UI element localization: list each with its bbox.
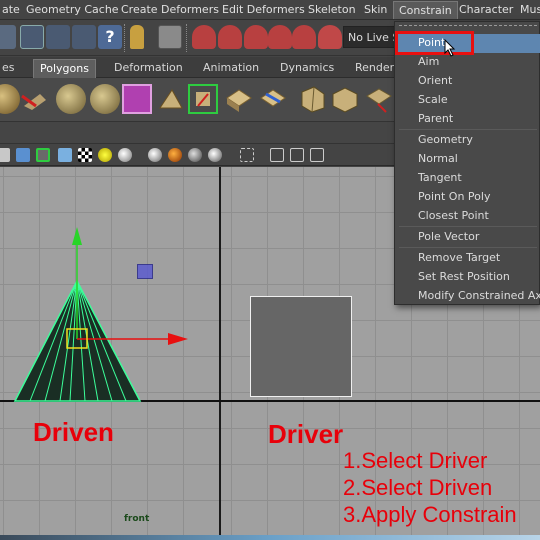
snap-view-icon[interactable] <box>268 25 292 49</box>
menu-animate[interactable]: ate <box>2 3 20 16</box>
snap-plane-icon[interactable] <box>292 25 316 49</box>
menu-separator <box>399 129 537 130</box>
outliner-icon[interactable] <box>310 148 324 162</box>
shaded-icon[interactable] <box>16 148 30 162</box>
snap-point-icon[interactable] <box>244 25 268 49</box>
time-slider-strip <box>0 535 540 540</box>
xray-icon[interactable] <box>168 148 182 162</box>
single-view-icon[interactable] <box>270 148 284 162</box>
menu-item-aim[interactable]: Aim <box>395 53 540 72</box>
offset-edge-icon[interactable] <box>330 84 360 114</box>
driver-cube[interactable] <box>250 296 352 397</box>
menu-item-geometry[interactable]: Geometry <box>395 131 540 150</box>
constrain-menu: Point Aim Orient Scale Parent Geometry N… <box>394 21 540 305</box>
menu-edit-deformers[interactable]: Edit Deformers <box>222 3 305 16</box>
menu-create-deformers[interactable]: Create Deformers <box>121 3 219 16</box>
move-icon[interactable] <box>72 25 96 49</box>
step-3: 3.Apply Constrain <box>343 502 517 527</box>
driven-cone[interactable] <box>0 225 200 405</box>
tab-animation[interactable]: Animation <box>197 59 265 78</box>
lights-icon[interactable] <box>58 148 72 162</box>
menu-item-parent[interactable]: Parent <box>395 110 540 129</box>
menubar: ate Geometry Cache Create Deformers Edit… <box>0 0 540 20</box>
mouse-cursor-icon <box>444 39 456 57</box>
ambient-icon[interactable] <box>118 148 132 162</box>
menu-separator <box>399 247 537 248</box>
menu-skeleton[interactable]: Skeleton <box>308 3 356 16</box>
lock-icon[interactable] <box>130 25 144 49</box>
combine-icon[interactable] <box>56 84 86 114</box>
menu-geometry-cache[interactable]: Geometry Cache <box>26 3 119 16</box>
help-icon[interactable]: ? <box>98 25 122 49</box>
smooth-preview-icon[interactable] <box>188 148 202 162</box>
tab-polygons[interactable]: Polygons <box>33 59 96 78</box>
menu-separator <box>399 226 537 227</box>
menu-item-normal[interactable]: Normal <box>395 150 540 169</box>
menu-item-orient[interactable]: Orient <box>395 72 540 91</box>
viewport-divider[interactable] <box>219 167 221 535</box>
menu-skin[interactable]: Skin <box>364 3 387 16</box>
select-camera-icon[interactable] <box>240 148 254 162</box>
extract-icon[interactable] <box>20 84 50 114</box>
sphere-icon[interactable] <box>0 84 20 114</box>
append-icon[interactable] <box>224 84 254 114</box>
smooth-icon[interactable] <box>122 84 152 114</box>
tab-dynamics[interactable]: Dynamics <box>274 59 340 78</box>
insert-edge-icon[interactable] <box>298 84 328 114</box>
isolate-icon[interactable] <box>208 148 222 162</box>
menu-item-pole-vector[interactable]: Pole Vector <box>395 228 540 247</box>
bridge-icon[interactable] <box>188 84 218 114</box>
menu-item-set-rest-position[interactable]: Set Rest Position <box>395 268 540 287</box>
menu-item-modify-constrained-axis[interactable]: Modify Constrained Axis... <box>395 287 540 306</box>
menu-constrain[interactable]: Constrain <box>393 1 458 19</box>
make-live-icon[interactable] <box>318 25 342 49</box>
wireframe-icon[interactable] <box>0 148 10 162</box>
camera-label: front <box>124 514 150 524</box>
snap-grid-icon[interactable] <box>192 25 216 49</box>
tab-surfaces[interactable]: es <box>0 59 21 78</box>
shadow-icon[interactable] <box>148 148 162 162</box>
menu-muscle[interactable]: Mus <box>520 3 540 16</box>
step-1: 1.Select Driver <box>343 448 488 473</box>
lasso-icon[interactable] <box>0 25 16 49</box>
snap-curve-icon[interactable] <box>218 25 242 49</box>
instruction-steps: 1.Select Driver 2.Select Driven 3.Apply … <box>343 447 517 528</box>
separate-icon[interactable] <box>90 84 120 114</box>
menu-item-remove-target[interactable]: Remove Target <box>395 249 540 268</box>
menu-character[interactable]: Character <box>459 3 513 16</box>
menu-tearoff[interactable] <box>399 25 537 28</box>
menu-item-closest-point[interactable]: Closest Point <box>395 207 540 226</box>
menu-item-point-on-poly[interactable]: Point On Poly <box>395 188 540 207</box>
extrude-icon[interactable] <box>156 84 186 114</box>
driver-label: Driver <box>268 419 344 449</box>
locator[interactable] <box>137 264 153 279</box>
point-highlight-box <box>395 31 474 55</box>
step-2: 2.Select Driven <box>343 475 493 500</box>
driven-label: Driven <box>33 417 114 447</box>
snap-toggle-icon[interactable] <box>158 25 182 49</box>
live-surface-field[interactable]: No Live S <box>343 26 398 48</box>
light-bulb-icon[interactable] <box>98 148 112 162</box>
select-icon[interactable] <box>20 25 44 49</box>
cut-faces-icon[interactable] <box>364 84 394 114</box>
textured-icon[interactable] <box>36 148 50 162</box>
split-icon[interactable] <box>258 84 288 114</box>
menu-item-tangent[interactable]: Tangent <box>395 169 540 188</box>
checker-icon[interactable] <box>78 148 92 162</box>
menu-item-scale[interactable]: Scale <box>395 91 540 110</box>
two-view-icon[interactable] <box>290 148 304 162</box>
tab-deformation[interactable]: Deformation <box>108 59 189 78</box>
paint-select-icon[interactable] <box>46 25 70 49</box>
